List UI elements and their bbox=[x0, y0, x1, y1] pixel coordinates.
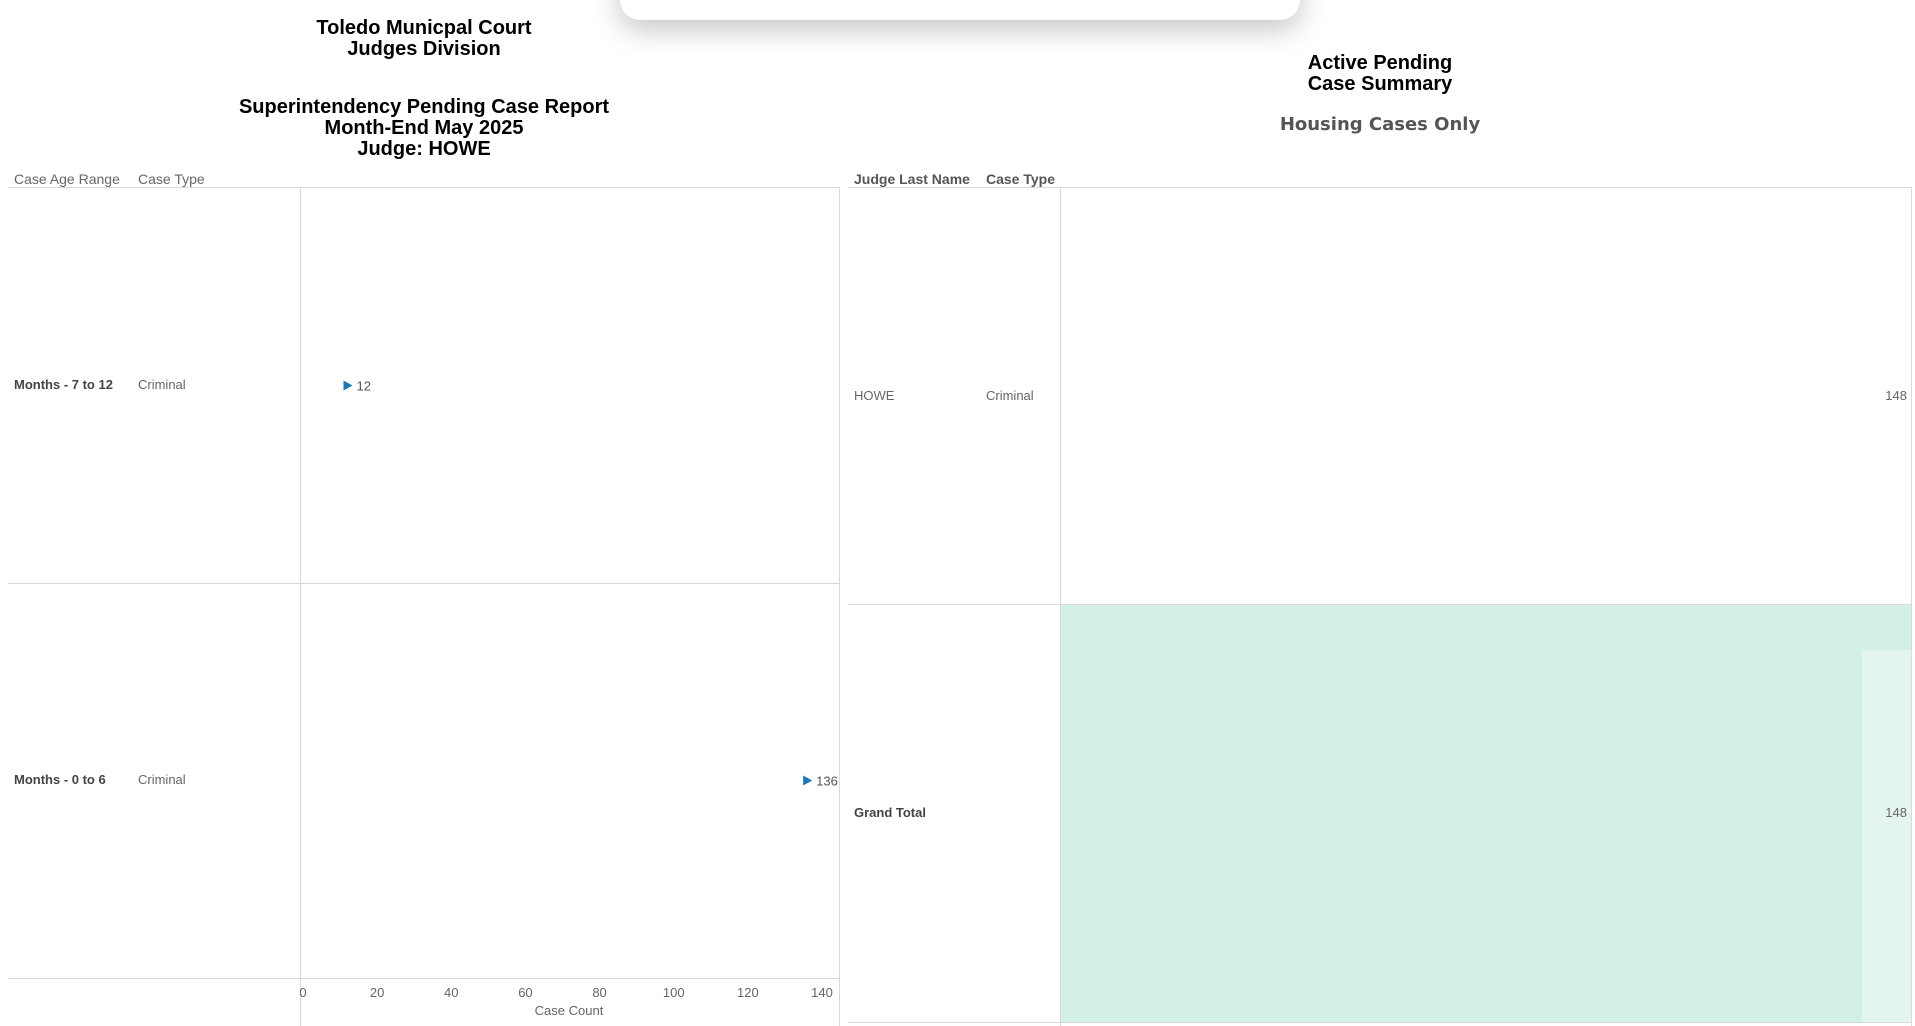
bar-marker-0[interactable] bbox=[343, 380, 353, 391]
grand-total-value: 148 bbox=[1885, 805, 1907, 820]
bar-value-label-1: 136 bbox=[816, 774, 838, 789]
x-tick-label-4: 80 bbox=[592, 985, 606, 1000]
row-type-criminal: Criminal bbox=[986, 388, 1034, 403]
right-row-divider bbox=[848, 604, 1912, 605]
x-tick-label-2: 40 bbox=[444, 985, 458, 1000]
x-tick-label-3: 60 bbox=[518, 985, 532, 1000]
x-axis-label: Case Count bbox=[535, 1003, 604, 1018]
x-tick-label-0: 0 bbox=[299, 985, 306, 1000]
right-panel-border bbox=[1911, 187, 1912, 1026]
bar-marker-1[interactable] bbox=[803, 775, 813, 786]
x-tick-label-1: 20 bbox=[370, 985, 384, 1000]
bar-value-label-0: 12 bbox=[356, 379, 370, 394]
right-column-divider bbox=[1060, 187, 1061, 1026]
grand-total-fill bbox=[1061, 604, 1912, 1022]
x-tick-label-6: 120 bbox=[737, 985, 759, 1000]
grand-total-label: Grand Total bbox=[854, 805, 926, 820]
x-tick-label-7: 140 bbox=[811, 985, 833, 1000]
x-tick-label-5: 100 bbox=[663, 985, 685, 1000]
right-bottom-line bbox=[848, 1022, 1912, 1023]
row-judge-howe: HOWE bbox=[854, 388, 895, 403]
grand-total-value-cell bbox=[1862, 650, 1912, 1022]
row-value-howe: 148 bbox=[1885, 388, 1907, 403]
right-header-divider bbox=[848, 187, 1912, 188]
